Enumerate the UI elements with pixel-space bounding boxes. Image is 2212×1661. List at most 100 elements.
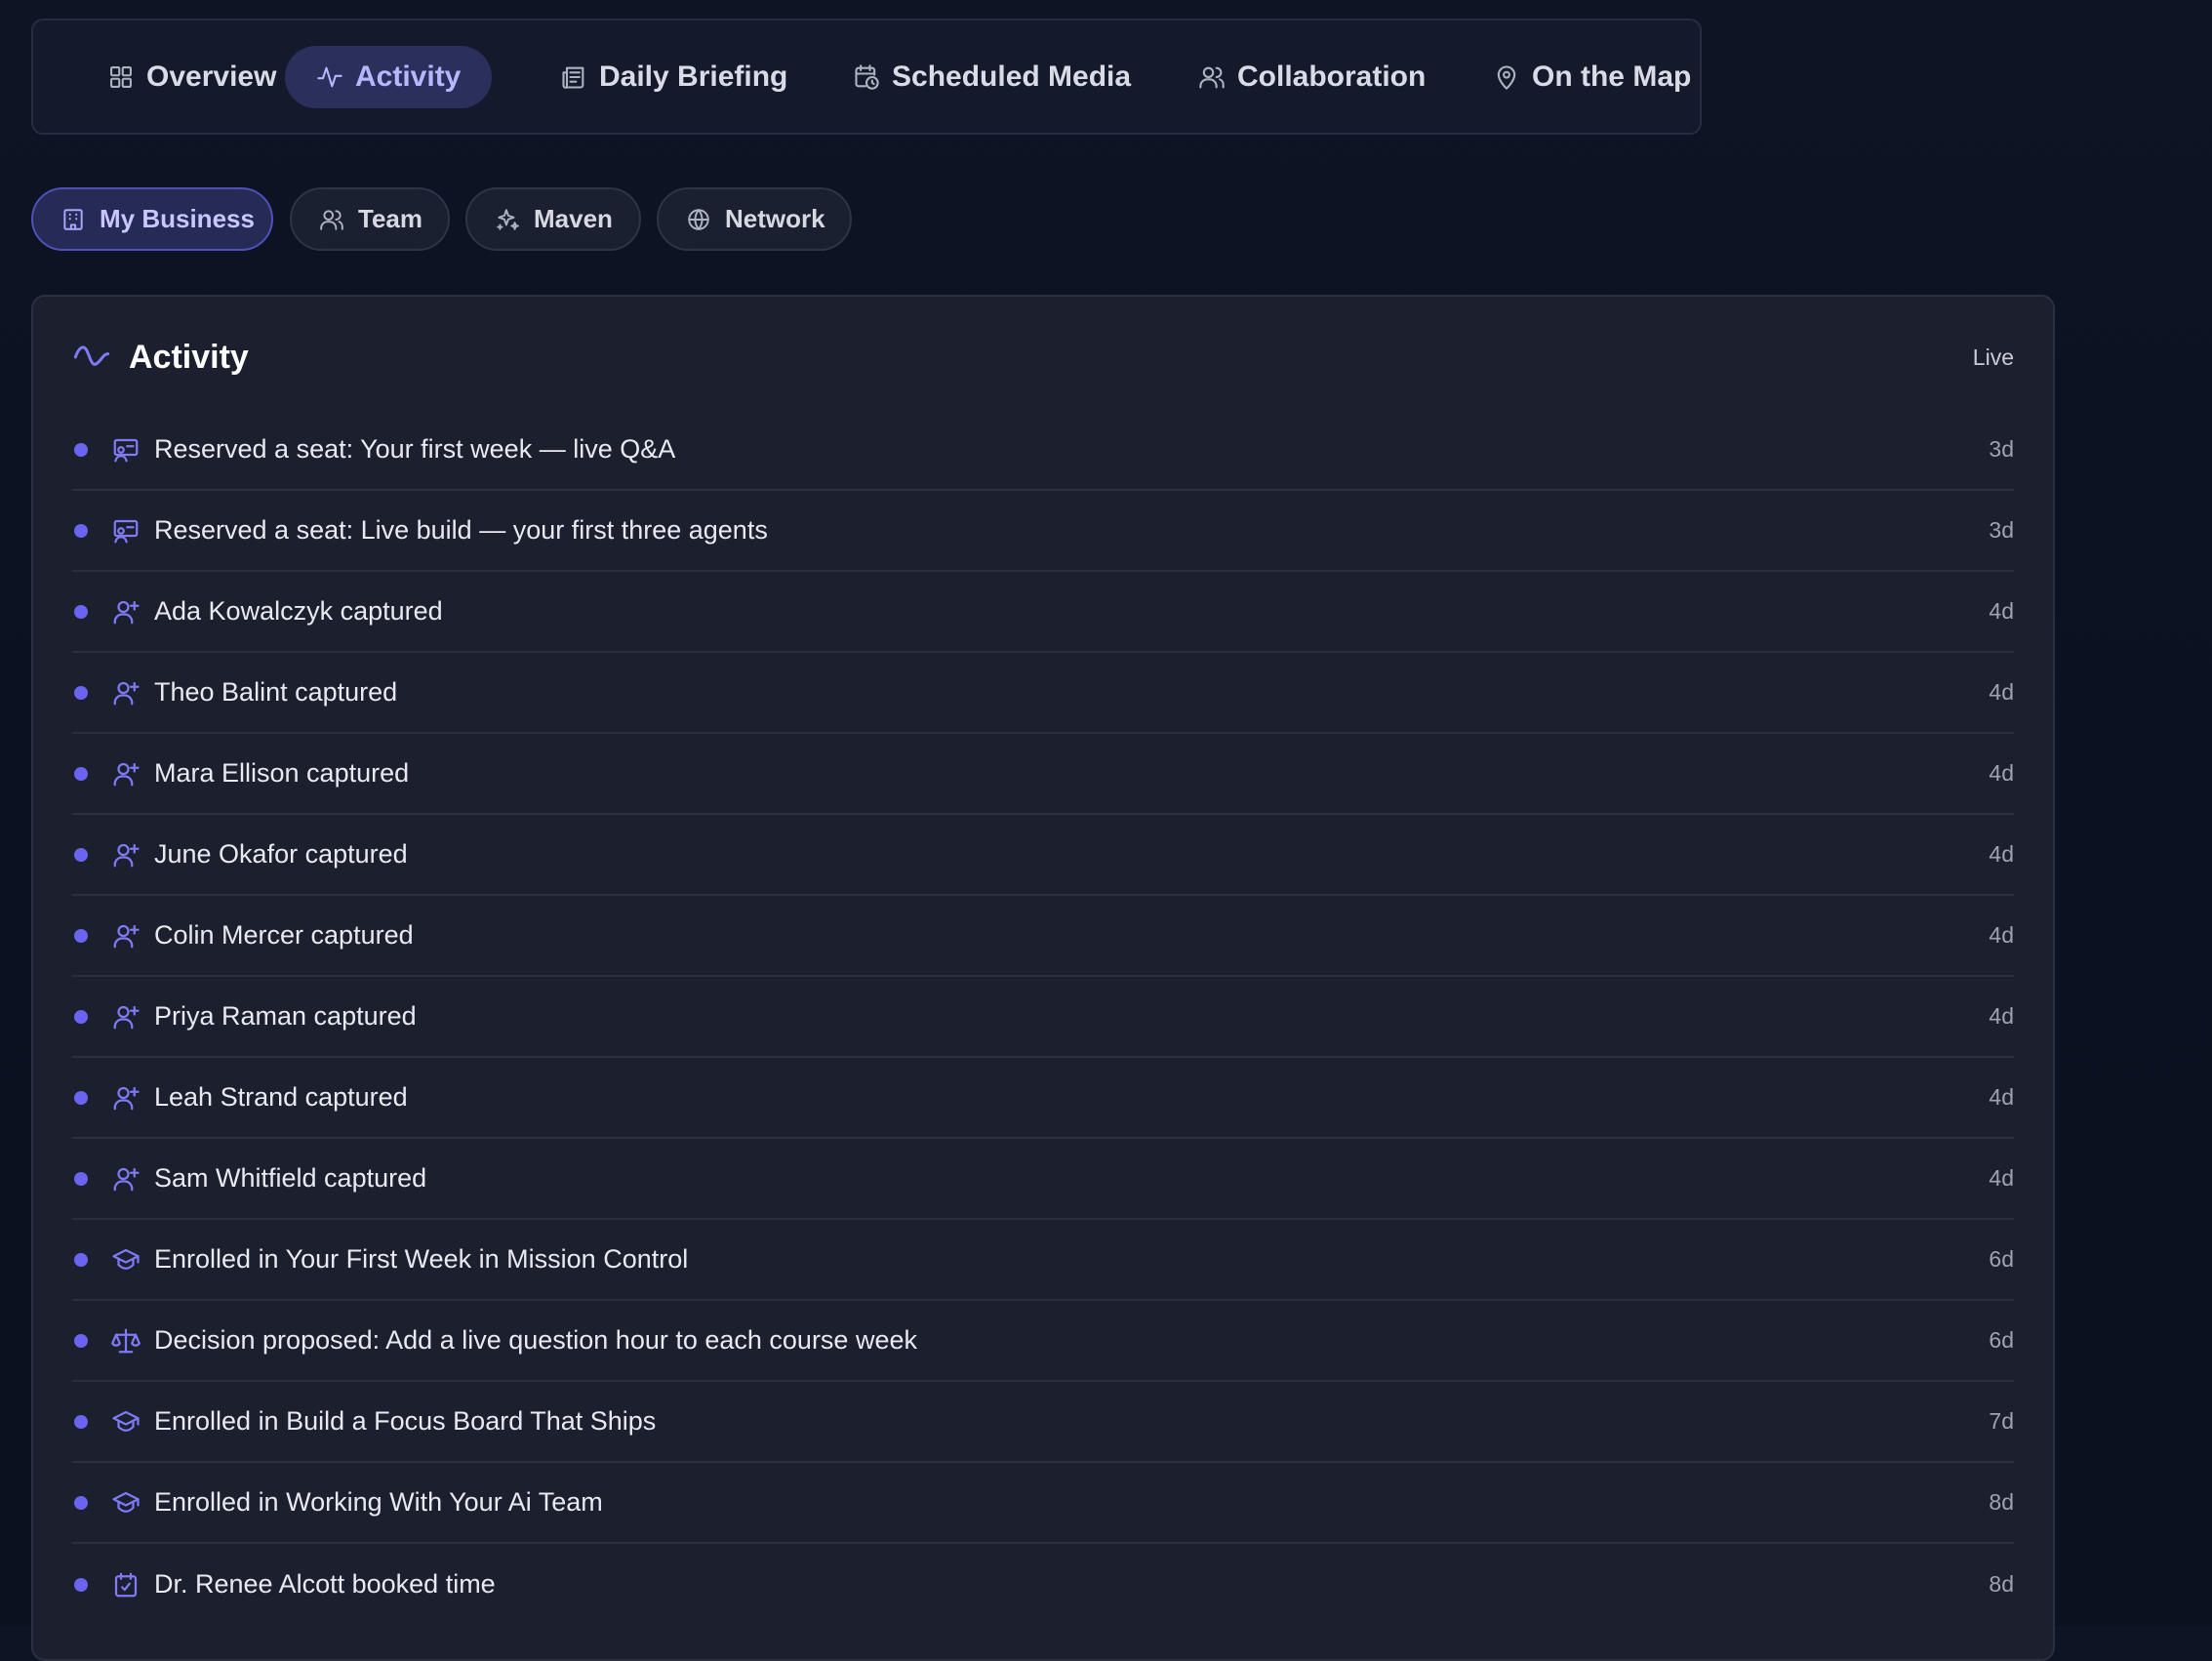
activity-text: Theo Balint captured [154,677,398,707]
activity-row[interactable]: June Okafor captured 4d [72,815,2014,896]
pill-label: My Business [100,204,255,233]
activity-time: 3d [1989,517,2014,543]
activity-row[interactable]: Colin Mercer captured 4d [72,896,2014,977]
activity-text: Ada Kowalczyk captured [154,596,443,626]
unread-dot [74,847,88,862]
sparkles-icon [497,208,519,230]
activity-time: 4d [1989,1003,2014,1029]
tab-label: Daily Briefing [599,61,788,93]
scope-team[interactable]: Team [290,187,450,251]
scope-maven[interactable]: Maven [465,187,641,251]
user-plus-icon [113,1167,140,1191]
user-plus-icon [113,1086,140,1110]
globe-icon [688,208,709,230]
unread-dot [74,523,88,538]
activity-row[interactable]: Enrolled in Your First Week in Mission C… [72,1220,2014,1301]
pulse-icon [317,66,342,88]
activity-row[interactable]: Reserved a seat: Your first week — live … [72,410,2014,491]
activity-row[interactable]: Enrolled in Working With Your Ai Team 8d [72,1463,2014,1544]
activity-time: 8d [1989,1489,2014,1515]
graduation-cap-icon [112,1248,140,1270]
activity-row[interactable]: Enrolled in Build a Focus Board That Shi… [72,1382,2014,1463]
unread-dot [74,766,88,781]
unread-dot [74,604,88,619]
tab-label: On the Map [1532,61,1692,93]
activity-time: 4d [1989,1084,2014,1110]
activity-time: 6d [1989,1327,2014,1353]
scope-my-business[interactable]: My Business [31,187,273,251]
activity-time: 6d [1989,1246,2014,1272]
wave-icon [73,345,110,366]
activity-time: 3d [1989,436,2014,462]
main-tab-bar: Overview Activity Daily Briefing Schedul… [31,19,1702,135]
presentation-icon [113,519,139,543]
tab-scheduled-media[interactable]: Scheduled Media [822,46,1162,108]
activity-text: Dr. Renee Alcott booked time [154,1569,496,1599]
activity-time: 4d [1989,679,2014,705]
tab-daily-briefing[interactable]: Daily Briefing [529,46,819,108]
activity-text: Reserved a seat: Live build — your first… [154,515,768,545]
activity-row[interactable]: Ada Kowalczyk captured 4d [72,572,2014,653]
activity-row[interactable]: Mara Ellison captured 4d [72,734,2014,815]
tab-label: Overview [146,61,277,93]
pill-label: Network [725,204,825,233]
users-icon [320,209,343,230]
grid-icon [110,66,132,88]
activity-text: Sam Whitfield captured [154,1163,427,1193]
activity-text: Priya Raman captured [154,1001,417,1031]
activity-text: Reserved a seat: Your first week — live … [154,434,676,464]
activity-row[interactable]: Reserved a seat: Live build — your first… [72,491,2014,572]
scale-icon [111,1328,141,1353]
scope-network[interactable]: Network [657,187,852,251]
activity-time: 4d [1989,598,2014,624]
graduation-cap-icon [112,1491,140,1513]
activity-time: 8d [1989,1571,2014,1597]
activity-row[interactable]: Leah Strand captured 4d [72,1058,2014,1139]
presentation-icon [113,438,139,462]
unread-dot [74,928,88,943]
tab-on-the-map[interactable]: On the Map [1462,46,1722,108]
tab-activity[interactable]: Activity [285,46,493,108]
user-plus-icon [113,1005,140,1029]
activity-time: 7d [1989,1408,2014,1434]
calendar-clock-icon [855,64,879,90]
user-plus-icon [113,924,140,948]
activity-text: Enrolled in Working With Your Ai Team [154,1487,603,1517]
activity-row[interactable]: Sam Whitfield captured 4d [72,1139,2014,1220]
activity-row[interactable]: Priya Raman captured 4d [72,977,2014,1058]
tab-collaboration[interactable]: Collaboration [1167,46,1457,108]
activity-row[interactable]: Dr. Renee Alcott booked time 8d [72,1544,2014,1625]
activity-time: 4d [1989,922,2014,948]
building-icon [63,208,83,230]
activity-text: Colin Mercer captured [154,920,414,950]
panel-header: Activity Live [72,334,2014,381]
newspaper-icon [562,66,584,89]
unread-dot [74,1171,88,1186]
activity-text: June Okafor captured [154,839,408,869]
tab-label: Collaboration [1237,61,1427,93]
unread-dot [74,1577,88,1592]
activity-time: 4d [1989,760,2014,786]
unread-dot [74,1495,88,1510]
tab-label: Scheduled Media [892,61,1132,93]
panel-title: Activity [129,338,249,376]
activity-time: 4d [1989,1165,2014,1191]
activity-text: Enrolled in Build a Focus Board That Shi… [154,1406,657,1436]
pill-label: Team [358,204,422,233]
user-plus-icon [113,600,140,624]
activity-row[interactable]: Theo Balint captured 4d [72,653,2014,734]
unread-dot [74,1333,88,1348]
activity-panel: Activity Live Reserved a seat: Your firs… [31,295,2055,1661]
activity-text: Mara Ellison captured [154,758,410,788]
activity-time: 4d [1989,841,2014,867]
activity-text: Decision proposed: Add a live question h… [154,1325,917,1355]
user-plus-icon [113,762,140,786]
tab-overview[interactable]: Overview [76,46,307,108]
map-pin-icon [1497,65,1516,90]
activity-text: Leah Strand captured [154,1082,408,1112]
pill-label: Maven [534,204,613,233]
live-indicator: Live [1972,344,2014,370]
calendar-check-icon [114,1572,138,1597]
activity-row[interactable]: Decision proposed: Add a live question h… [72,1301,2014,1382]
activity-text: Enrolled in Your First Week in Mission C… [154,1244,689,1274]
